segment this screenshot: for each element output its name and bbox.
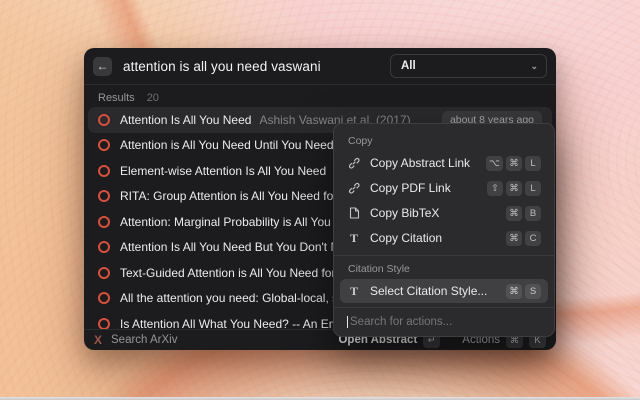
l-key-icon: L [525,181,541,196]
menu-section-citation-style: Citation Style [334,257,554,278]
menu-item-copy-citation[interactable]: T Copy Citation ⌘ C [340,226,548,250]
menu-section-copy: Copy [334,129,554,150]
menu-separator [334,255,554,256]
menu-item-copy-bibtex[interactable]: Copy BibTeX ⌘ B [340,201,548,225]
document-icon [347,207,361,219]
results-section-header: Results 20 [84,85,556,107]
s-key-icon: S [525,284,541,299]
cmd-key-icon: ⌘ [506,231,522,246]
arxiv-result-icon [98,190,110,202]
arxiv-result-icon [98,241,110,253]
menu-item-select-citation-style[interactable]: T Select Citation Style... ⌘ S [340,279,548,303]
search-header: ← attention is all you need vaswani All … [84,48,556,85]
menu-item-label: Copy Abstract Link [370,156,470,170]
back-button[interactable]: ← [93,57,112,76]
b-key-icon: B [525,206,541,221]
dropdown-value: All [401,60,416,72]
actions-search-input[interactable]: Search for actions... [334,307,554,336]
results-label: Results [98,92,135,104]
menu-item-label: Select Citation Style... [370,284,487,298]
menu-item-label: Copy Citation [370,231,442,245]
arxiv-result-icon [98,292,110,304]
link-icon [347,182,361,194]
arxiv-result-icon [98,318,110,329]
category-dropdown[interactable]: All ⌄ [390,54,547,78]
result-title: Element-wise Attention Is All You Need [120,164,326,178]
cmd-key-icon: ⌘ [506,206,522,221]
actions-context-menu: Copy Copy Abstract Link ⌥ ⌘ L Copy PDF L… [333,123,555,337]
arxiv-result-icon [98,165,110,177]
search-input[interactable]: attention is all you need vaswani [123,59,321,74]
cmd-key-icon: ⌘ [506,284,522,299]
arxiv-result-icon [98,139,110,151]
arxiv-result-icon [98,114,110,126]
cmd-key-icon: ⌘ [506,181,522,196]
back-arrow-icon: ← [97,60,109,72]
option-key-icon: ⌥ [486,156,503,171]
arxiv-result-icon [98,267,110,279]
actions-search-placeholder: Search for actions... [350,316,452,328]
results-count: 20 [147,92,159,104]
cmd-key-icon: ⌘ [506,156,522,171]
l-key-icon: L [525,156,541,171]
menu-item-label: Copy BibTeX [370,206,439,220]
result-title: Attention Is All You Need [120,113,251,127]
shift-key-icon: ⇧ [487,181,503,196]
text-cursor [347,316,348,328]
arxiv-result-icon [98,216,110,228]
menu-item-label: Copy PDF Link [370,181,451,195]
text-icon: T [347,231,361,246]
menu-item-copy-pdf-link[interactable]: Copy PDF Link ⇧ ⌘ L [340,176,548,200]
arxiv-logo-icon: X [94,333,102,347]
c-key-icon: C [525,231,541,246]
chevron-down-icon: ⌄ [530,61,538,72]
menu-item-copy-abstract-link[interactable]: Copy Abstract Link ⌥ ⌘ L [340,151,548,175]
link-icon [347,157,361,169]
text-icon: T [347,284,361,299]
extension-name: Search ArXiv [111,334,177,346]
